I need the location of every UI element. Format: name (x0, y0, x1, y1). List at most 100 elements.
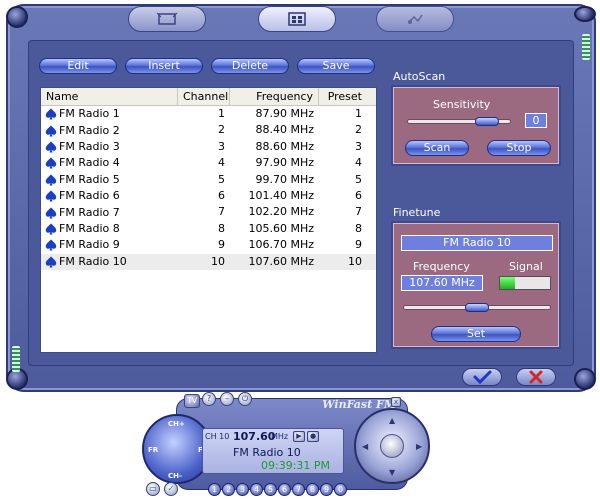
row-frequency-cell: 88.40 MHz (255, 123, 314, 137)
insert-button[interactable]: Insert (125, 58, 203, 74)
preset-button[interactable]: 0 (334, 483, 347, 496)
volume-up-icon[interactable]: ▲ (389, 416, 395, 425)
sensitivity-slider-thumb[interactable] (475, 117, 499, 126)
table-row[interactable]: FM Radio 5 5 99.70 MHz 5 (41, 172, 376, 188)
preset-button[interactable]: 9 (320, 483, 333, 496)
row-name-cell: FM Radio 10 (41, 254, 178, 270)
row-channel-cell: 4 (218, 156, 225, 170)
table-row[interactable]: FM Radio 9 9 106.70 MHz 9 (41, 237, 376, 253)
table-row[interactable]: FM Radio 6 6 101.40 MHz 6 (41, 188, 376, 204)
stop-button[interactable]: Stop (487, 140, 551, 156)
spade-icon (45, 239, 57, 251)
tv-mode-button[interactable]: TV (184, 394, 200, 408)
ok-button[interactable] (462, 368, 502, 386)
frequency-value-field[interactable]: 107.60 MHz (401, 275, 483, 291)
finetune-slider-thumb[interactable] (465, 303, 489, 312)
menu-button[interactable]: ▭ (146, 482, 160, 496)
table-row[interactable]: FM Radio 8 8 105.60 MHz 8 (41, 221, 376, 237)
row-channel-cell: 6 (218, 188, 225, 202)
spade-icon (45, 108, 57, 120)
row-name-text: FM Radio 3 (59, 139, 120, 153)
corner-knob-icon (574, 368, 596, 390)
row-frequency-cell: 101.40 MHz (248, 188, 314, 202)
left-grip-icon (12, 346, 20, 372)
save-button[interactable]: Save (297, 58, 375, 74)
channel-list-table[interactable]: Name Channel Frequency Preset FM Radio 1… (40, 87, 377, 353)
tab-audio-settings[interactable] (376, 6, 454, 32)
autoscan-title: AutoScan (393, 70, 446, 83)
row-frequency-cell: 88.60 MHz (255, 139, 314, 153)
channel-down-label[interactable]: CH- (168, 472, 182, 480)
station-name-field[interactable]: FM Radio 10 (401, 235, 553, 251)
preset-button[interactable]: 4 (250, 483, 263, 496)
close-mini-button[interactable]: x (391, 397, 401, 407)
power-button[interactable]: ⏻ (238, 392, 252, 406)
preset-button[interactable]: 2 (222, 483, 235, 496)
preset-button[interactable]: 5 (264, 483, 277, 496)
spade-icon (45, 141, 57, 153)
row-frequency-cell: 87.90 MHz (255, 107, 314, 120)
tab-channel-list[interactable] (258, 6, 336, 32)
table-row[interactable]: FM Radio 2 2 88.40 MHz 2 (41, 122, 376, 138)
row-preset-cell: 1 (355, 107, 362, 120)
corner-knob-icon (574, 6, 596, 23)
help-button[interactable]: ? (202, 392, 216, 406)
delete-button[interactable]: Delete (211, 58, 289, 74)
row-frequency-cell: 106.70 MHz (248, 238, 314, 252)
row-preset-cell: 7 (355, 205, 362, 219)
display-unit: MHz (271, 432, 289, 441)
frequency-down-label[interactable]: FR (148, 446, 158, 454)
spade-icon (45, 207, 57, 219)
row-preset-cell: 3 (355, 139, 362, 153)
cancel-button[interactable] (516, 368, 556, 386)
row-channel-cell: 2 (218, 123, 225, 137)
preset-button[interactable]: 1 (208, 483, 221, 496)
settings-panel: Edit Insert Delete Save Name Channel Fre… (28, 40, 574, 366)
channel-up-label[interactable]: CH+ (168, 420, 185, 428)
right-grip-icon (582, 34, 590, 60)
table-row[interactable]: FM Radio 10 10 107.60 MHz 10 (41, 253, 376, 270)
spade-icon (45, 157, 57, 169)
signal-meter (499, 276, 551, 290)
table-row[interactable]: FM Radio 1 1 87.90 MHz 1 (41, 106, 376, 122)
preset-button[interactable]: 6 (278, 483, 291, 496)
preset-button[interactable]: 8 (306, 483, 319, 496)
preset-button[interactable]: 3 (236, 483, 249, 496)
signal-level-bar (500, 277, 515, 289)
minimize-button[interactable]: – (220, 392, 234, 406)
volume-down-icon[interactable]: ▼ (389, 468, 395, 477)
table-row[interactable]: FM Radio 7 7 102.20 MHz 7 (41, 204, 376, 220)
row-channel-cell: 7 (218, 205, 225, 219)
table-row[interactable]: FM Radio 3 3 88.60 MHz 3 (41, 139, 376, 155)
row-preset-cell: 5 (355, 172, 362, 186)
column-header-name[interactable]: Name (41, 88, 178, 105)
seek-back-icon[interactable]: ◀ (362, 442, 368, 451)
row-name-text: FM Radio 5 (59, 172, 120, 186)
row-channel-cell: 1 (218, 107, 225, 120)
mute-button[interactable] (380, 434, 404, 458)
scan-mini-button[interactable]: ✓ (164, 482, 178, 496)
row-name-text: FM Radio 1 (59, 107, 120, 121)
row-name-cell: FM Radio 8 (41, 221, 178, 237)
volume-navigation-dial[interactable]: ▲ ▼ ◀ ▶ (354, 408, 430, 484)
preset-button[interactable]: 7 (292, 483, 305, 496)
play-icon[interactable]: ▶ (293, 431, 305, 442)
speaker-note-icon (408, 14, 423, 24)
row-channel-cell: 8 (218, 221, 225, 235)
set-button[interactable]: Set (431, 326, 521, 342)
column-header-channel[interactable]: Channel (178, 88, 230, 105)
row-preset-cell: 9 (355, 238, 362, 252)
column-header-preset[interactable]: Preset (319, 88, 367, 105)
tab-tv-settings[interactable] (128, 6, 206, 32)
record-icon[interactable]: ● (307, 431, 319, 442)
finetune-group: FM Radio 10 Frequency Signal 107.60 MHz … (391, 221, 561, 349)
row-frequency-cell: 97.90 MHz (255, 156, 314, 170)
table-row[interactable]: FM Radio 4 4 97.90 MHz 4 (41, 155, 376, 171)
scan-button[interactable]: Scan (405, 140, 469, 156)
edit-button[interactable]: Edit (39, 58, 117, 74)
frequency-label: Frequency (413, 260, 470, 273)
tuner-display: CH 10 107.60 MHz ▶ ● FM Radio 10 09:39:3… (202, 428, 344, 474)
seek-forward-icon[interactable]: ▶ (416, 442, 422, 451)
column-header-frequency[interactable]: Frequency (230, 88, 319, 105)
row-channel-cell: 9 (218, 238, 225, 252)
